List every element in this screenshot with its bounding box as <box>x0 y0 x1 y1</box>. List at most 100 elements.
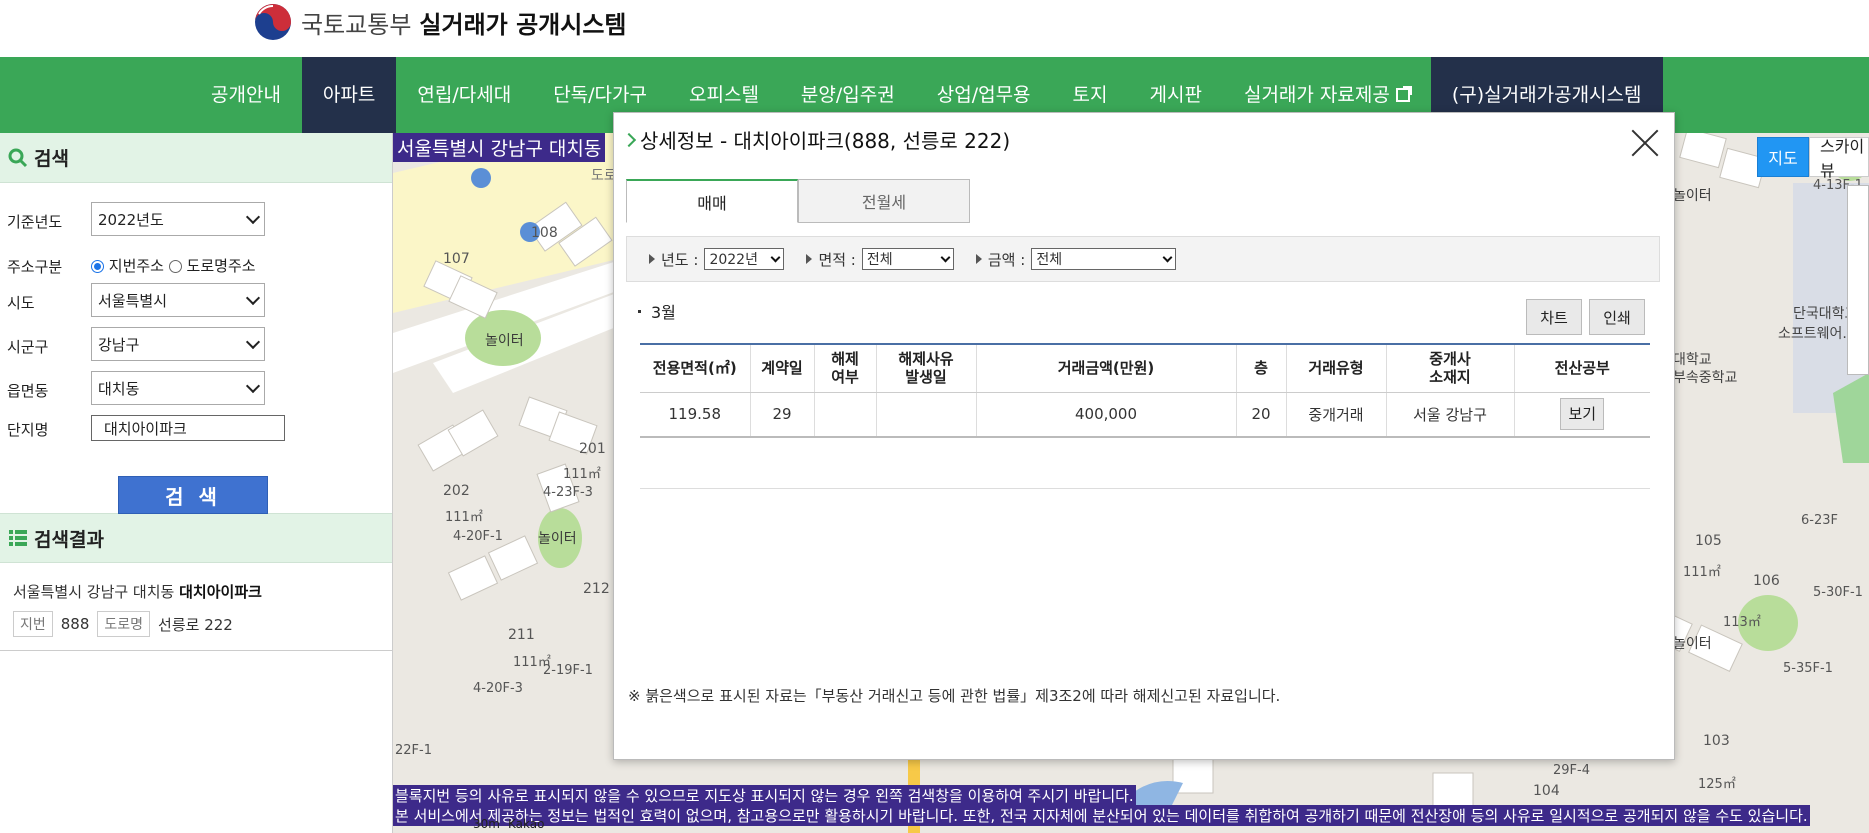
modal-title: 상세정보 - 대치아이파크(888, 선릉로 222) <box>621 125 1011 154</box>
jibun-tag: 지번 <box>13 611 53 637</box>
search-header: 검색 <box>0 133 392 183</box>
table-header-row: 전용면적(㎡) 계약일 해제 여부 해제사유 발생일 거래금액(만원) 층 거래유형… <box>640 343 1650 393</box>
area-filter-select[interactable]: 전체 <box>861 248 954 270</box>
map-type-map-button[interactable]: 지도 <box>1757 137 1809 177</box>
zoom-control[interactable] <box>1847 185 1869 375</box>
sigungu-label: 시군구 <box>7 338 49 356</box>
jibun-radio-label: 지번주소 <box>108 257 164 275</box>
map-label-playground: 놀이터 <box>485 333 524 349</box>
chevron-down-icon <box>245 334 261 349</box>
map-label-lot: 5-30F-1 <box>1813 585 1863 600</box>
price-filter: 금액 : 전체 <box>975 248 1177 270</box>
road-radio[interactable] <box>168 260 182 273</box>
sigungu-select-value: 강남구 <box>98 335 140 354</box>
deals-table: 전용면적(㎡) 계약일 해제 여부 해제사유 발생일 거래금액(만원) 층 거래유형… <box>640 343 1650 438</box>
tab-rent[interactable]: 전월세 <box>798 179 970 223</box>
complex-label: 단지명 <box>7 421 49 439</box>
result-item[interactable]: 서울특별시 강남구 대치동 대치아이파크 지번 888 도로명 선릉로 222 <box>0 563 392 651</box>
year-filter-select[interactable]: 2022년 <box>704 248 785 270</box>
year-label: 기준년도 <box>7 213 63 231</box>
map-label-building: 211 <box>508 627 535 643</box>
chevron-down-icon <box>770 252 781 262</box>
col-ledger: 전산공부 <box>1513 343 1650 393</box>
year-filter-value: 2022년 <box>709 252 758 268</box>
map-label-building: 104 <box>1533 783 1560 799</box>
jibun-radio[interactable] <box>91 260 104 273</box>
ministry-name: 국토교통부 <box>301 10 412 39</box>
dong-select[interactable]: 대치동 <box>91 371 265 405</box>
result-address: 서울특별시 강남구 대치동 대치아이파크 <box>13 581 379 602</box>
price-filter-label: 금액 : <box>987 250 1026 269</box>
complex-name-input[interactable]: 대치아이파크 <box>91 415 285 441</box>
col-floor: 층 <box>1235 343 1286 393</box>
system-name: 실거래가 공개시스템 <box>419 10 627 39</box>
map-label-playground: 놀이터 <box>538 531 577 547</box>
price-filter-value: 전체 <box>1036 252 1063 268</box>
cell-cancel <box>813 392 876 438</box>
map-label-building: 202 <box>443 483 470 499</box>
chevron-down-icon <box>940 252 951 262</box>
cell-price: 400,000 <box>975 392 1236 438</box>
map-label-area: 111㎡ <box>563 467 601 482</box>
map-label-area: 111㎡ <box>445 510 483 525</box>
map-label-building: 106 <box>1753 573 1780 589</box>
col-cancel: 해제 여부 <box>813 343 876 393</box>
sido-label: 시도 <box>7 294 35 312</box>
cell-deal-type: 중개거래 <box>1285 392 1386 438</box>
detail-modal: 상세정보 - 대치아이파크(888, 선릉로 222) 매매 전월세 년도 : … <box>613 112 1675 760</box>
year-select-value: 2022년도 <box>98 210 164 229</box>
chart-button[interactable]: 차트 <box>1526 299 1582 335</box>
search-button[interactable]: 검 색 <box>118 476 268 514</box>
map-notice-2: 본 서비스에서 제공하는 정보는 법적인 효력이 없으며, 참고용으로만 활용하… <box>393 805 1810 826</box>
nav-villa[interactable]: 연립/다세대 <box>396 57 532 133</box>
col-price: 거래금액(만원) <box>975 343 1236 393</box>
map-notice-1: 블록지번 등의 사유로 표시되지 않을 수 있으므로 지도상 표시되지 않는 경… <box>393 785 1136 806</box>
nav-apartment[interactable]: 아파트 <box>301 57 397 133</box>
left-panel: 검색 기준년도 2022년도 주소구분 지번주소 도로명주소 시도 서울특별시 <box>0 133 393 833</box>
cell-area: 119.58 <box>640 392 750 438</box>
cell-floor: 20 <box>1235 392 1286 438</box>
cell-contract-day: 29 <box>749 392 814 438</box>
col-agent-location: 중개사 소재지 <box>1385 343 1514 393</box>
map-label-playground: 놀이터 <box>1673 636 1712 652</box>
map-label-lot: 5-35F-1 <box>1783 661 1833 676</box>
year-select[interactable]: 2022년도 <box>91 202 265 236</box>
price-filter-select[interactable]: 전체 <box>1031 248 1177 270</box>
nav-public-info[interactable]: 공개안내 <box>190 57 302 133</box>
chevron-down-icon <box>245 290 261 305</box>
col-contract-day: 계약일 <box>749 343 814 393</box>
map-label-area: 125㎡ <box>1698 777 1736 792</box>
map-label-area: 111㎡ <box>1683 565 1721 580</box>
table-row[interactable]: 119.58 29 400,000 20 중개거래 서울 강남구 보기 <box>640 392 1650 438</box>
result-jibun: 888 <box>60 615 90 633</box>
cell-agent-location: 서울 강남구 <box>1385 392 1514 438</box>
chevron-right-icon <box>621 132 637 147</box>
logo[interactable]: 국토교통부 실거래가 공개시스템 <box>253 0 626 44</box>
map-label-lot: 2-19F-1 <box>543 663 593 678</box>
dong-label: 읍면동 <box>7 382 49 400</box>
year-filter: 년도 : 2022년 <box>649 248 785 270</box>
map-label-building: 212 <box>583 581 610 597</box>
kakao-logo: Kakao <box>507 817 545 831</box>
close-icon[interactable] <box>1630 127 1660 157</box>
map-label-lot: 4-20F-1 <box>453 529 503 544</box>
scale-label: 30m <box>473 817 500 831</box>
result-address-prefix: 서울특별시 강남구 대치동 <box>13 583 175 601</box>
sido-select[interactable]: 서울특별시 <box>91 283 265 317</box>
map-type-skyview-button[interactable]: 스카이뷰 <box>1809 137 1869 180</box>
view-ledger-button[interactable]: 보기 <box>1560 398 1605 431</box>
print-button[interactable]: 인쇄 <box>1589 299 1645 335</box>
sigungu-select[interactable]: 강남구 <box>91 327 265 361</box>
map-label-building: 108 <box>531 225 558 241</box>
cell-ledger: 보기 <box>1513 392 1650 438</box>
result-road: 선릉로 222 <box>158 615 233 634</box>
map-label-building: 107 <box>443 251 470 267</box>
search-title: 검색 <box>34 148 69 170</box>
road-tag: 도로명 <box>97 611 151 637</box>
map-label-school: 대학교 <box>1673 352 1712 368</box>
tab-sale[interactable]: 매매 <box>626 179 798 223</box>
area-filter: 면적 : 전체 <box>806 248 954 270</box>
modal-title-text: 상세정보 - 대치아이파크(888, 선릉로 222) <box>640 129 1011 153</box>
road-radio-label: 도로명주소 <box>186 257 256 275</box>
map-type-switch: 지도 스카이뷰 <box>1757 137 1869 180</box>
